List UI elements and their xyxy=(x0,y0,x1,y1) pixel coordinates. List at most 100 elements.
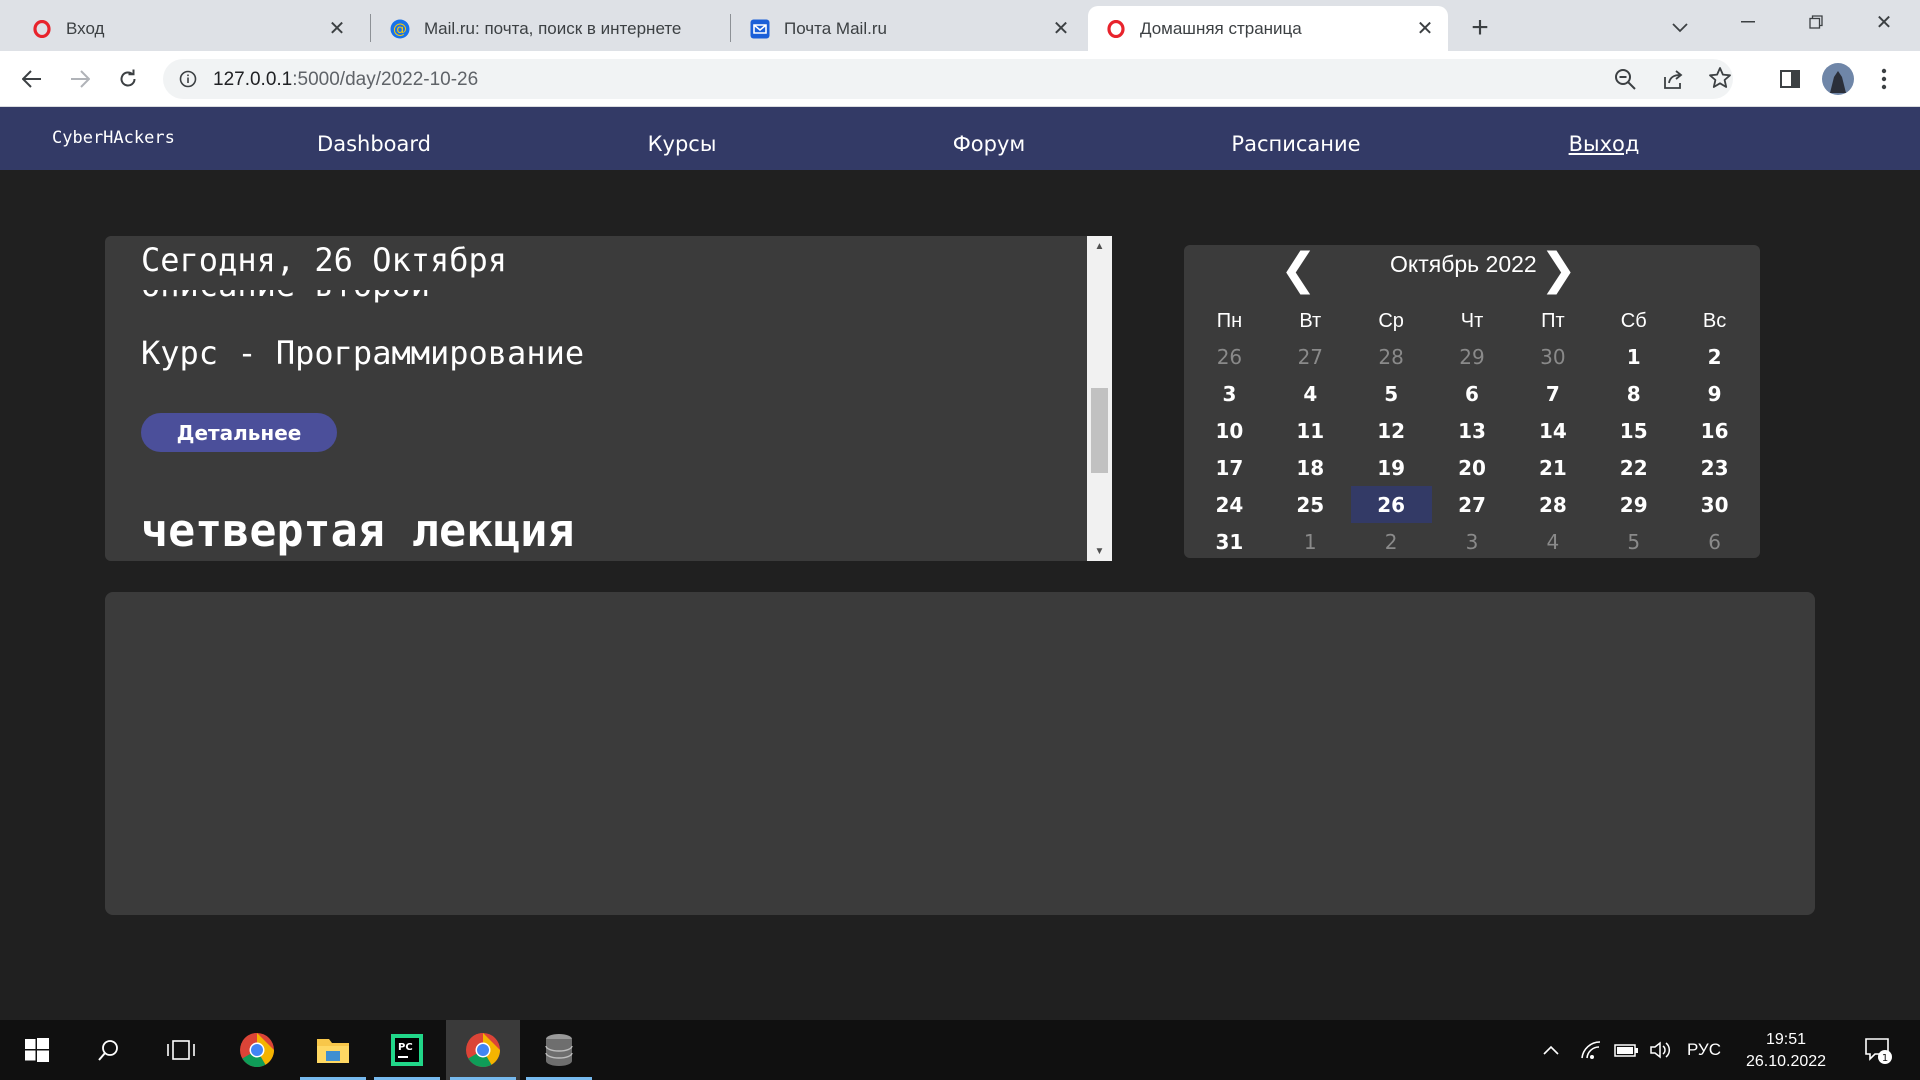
chrome-active-taskbar-icon[interactable] xyxy=(446,1020,520,1080)
calendar-day[interactable]: 29 xyxy=(1593,486,1674,523)
calendar-day[interactable]: 28 xyxy=(1512,486,1593,523)
calendar-day[interactable]: 22 xyxy=(1593,449,1674,486)
content-panel xyxy=(105,592,1815,915)
calendar-day[interactable]: 11 xyxy=(1270,412,1351,449)
calendar-day[interactable]: 4 xyxy=(1270,375,1351,412)
wifi-icon[interactable] xyxy=(1576,1020,1606,1080)
calendar-day[interactable]: 19 xyxy=(1351,449,1432,486)
vertical-scrollbar[interactable]: ▲ ▼ xyxy=(1087,236,1112,561)
lectures-scroll-content[interactable]: описание второй Сегодня, 26 Октября Курс… xyxy=(105,236,1087,561)
address-bar[interactable]: 127.0.0.1:5000/day/2022-10-26 xyxy=(163,59,1733,99)
scroll-down-arrow-icon[interactable]: ▼ xyxy=(1087,541,1112,561)
new-tab-plus-icon[interactable]: + xyxy=(1462,10,1498,46)
today-lectures-panel: описание второй Сегодня, 26 Октября Курс… xyxy=(105,236,1112,561)
tab-search-chevron-down-icon[interactable] xyxy=(1662,10,1698,46)
language-indicator[interactable]: РУС xyxy=(1684,1020,1724,1080)
close-window-icon[interactable]: ✕ xyxy=(1864,0,1904,44)
browser-tab-vhod[interactable]: Вход ✕ xyxy=(14,6,360,51)
side-panel-icon[interactable] xyxy=(1772,61,1808,97)
calendar-weekday: Вт xyxy=(1299,309,1322,332)
calendar-day-other-month[interactable]: 5 xyxy=(1593,523,1674,560)
browser-tab-mailru-search[interactable]: @ Mail.ru: почта, поиск в интернете xyxy=(372,6,730,51)
volume-icon[interactable] xyxy=(1646,1020,1676,1080)
calendar-day[interactable]: 17 xyxy=(1189,449,1270,486)
calendar-day-other-month[interactable]: 29 xyxy=(1432,338,1513,375)
calendar-day[interactable]: 21 xyxy=(1512,449,1593,486)
restore-window-icon[interactable] xyxy=(1796,0,1836,44)
calendar-day-other-month[interactable]: 2 xyxy=(1351,523,1432,560)
nav-logout[interactable]: Выход xyxy=(1569,132,1640,156)
minimize-icon[interactable] xyxy=(1728,0,1768,44)
nav-schedule[interactable]: Расписание xyxy=(1231,132,1360,156)
calendar-day[interactable]: 5 xyxy=(1351,375,1432,412)
tray-chevron-up-icon[interactable] xyxy=(1538,1020,1564,1080)
site-brand[interactable]: CyberHAckers xyxy=(52,128,175,148)
calendar-day-other-month[interactable]: 26 xyxy=(1189,338,1270,375)
forward-arrow-icon[interactable] xyxy=(62,61,98,97)
close-icon[interactable]: ✕ xyxy=(1050,18,1072,40)
battery-icon[interactable] xyxy=(1612,1020,1642,1080)
calendar-day[interactable]: 26 xyxy=(1350,486,1432,523)
scroll-up-arrow-icon[interactable]: ▲ xyxy=(1087,236,1112,256)
calendar-day[interactable]: 15 xyxy=(1593,412,1674,449)
calendar-day[interactable]: 27 xyxy=(1432,486,1513,523)
database-icon[interactable] xyxy=(522,1020,596,1080)
file-explorer-icon[interactable] xyxy=(296,1020,370,1080)
calendar-day[interactable]: 12 xyxy=(1351,412,1432,449)
close-icon[interactable]: ✕ xyxy=(326,18,348,40)
calendar-day[interactable]: 30 xyxy=(1674,486,1755,523)
calendar-day[interactable]: 1 xyxy=(1593,338,1674,375)
calendar-day[interactable]: 24 xyxy=(1189,486,1270,523)
chrome-taskbar-icon[interactable] xyxy=(220,1020,294,1080)
calendar-day[interactable]: 10 xyxy=(1189,412,1270,449)
zoom-icon[interactable] xyxy=(1613,67,1637,96)
calendar-day-other-month[interactable]: 30 xyxy=(1512,338,1593,375)
pycharm-icon[interactable]: PC xyxy=(370,1020,444,1080)
calendar-day-other-month[interactable]: 1 xyxy=(1270,523,1351,560)
bookmark-star-icon[interactable] xyxy=(1708,66,1732,95)
system-clock[interactable]: 19:51 26.10.2022 xyxy=(1736,1029,1836,1073)
menu-kebab-icon[interactable] xyxy=(1866,61,1902,97)
calendar-day[interactable]: 6 xyxy=(1432,375,1513,412)
calendar-day[interactable]: 8 xyxy=(1593,375,1674,412)
opera-icon xyxy=(1106,19,1126,39)
calendar-day-other-month[interactable]: 28 xyxy=(1351,338,1432,375)
scrollbar-thumb[interactable] xyxy=(1091,388,1108,473)
nav-forum[interactable]: Форум xyxy=(953,132,1026,156)
calendar-day[interactable]: 9 xyxy=(1674,375,1755,412)
action-center-icon[interactable]: 1 xyxy=(1856,1020,1900,1080)
calendar-day[interactable]: 31 xyxy=(1189,523,1270,560)
browser-tab-home[interactable]: Домашняя страница ✕ xyxy=(1088,6,1448,51)
calendar-day[interactable]: 18 xyxy=(1270,449,1351,486)
calendar-day-other-month[interactable]: 27 xyxy=(1270,338,1351,375)
calendar-day[interactable]: 2 xyxy=(1674,338,1755,375)
share-icon[interactable] xyxy=(1661,67,1685,96)
calendar-day[interactable]: 3 xyxy=(1189,375,1270,412)
details-button[interactable]: Детальнее xyxy=(141,413,337,452)
windows-start-icon[interactable] xyxy=(0,1020,74,1080)
calendar-day-other-month[interactable]: 3 xyxy=(1432,523,1513,560)
calendar-day[interactable]: 25 xyxy=(1270,486,1351,523)
calendar-day-other-month[interactable]: 6 xyxy=(1674,523,1755,560)
browser-tab-pochta-mailru[interactable]: Почта Mail.ru ✕ xyxy=(732,6,1084,51)
calendar-day[interactable]: 14 xyxy=(1512,412,1593,449)
task-view-icon[interactable] xyxy=(144,1020,218,1080)
calendar-day[interactable]: 23 xyxy=(1674,449,1755,486)
calendar-day[interactable]: 20 xyxy=(1432,449,1513,486)
tab-title: Вход xyxy=(66,18,105,38)
close-icon[interactable]: ✕ xyxy=(1414,18,1436,40)
calendar-day[interactable]: 13 xyxy=(1432,412,1513,449)
back-arrow-icon[interactable] xyxy=(14,61,50,97)
nav-dashboard[interactable]: Dashboard xyxy=(317,132,431,156)
search-icon[interactable] xyxy=(72,1020,146,1080)
calendar-day[interactable]: 16 xyxy=(1674,412,1755,449)
calendar-day-other-month[interactable]: 4 xyxy=(1512,523,1593,560)
site-info-icon[interactable] xyxy=(177,68,199,90)
calendar-weekday: Пн xyxy=(1216,309,1243,332)
nav-courses[interactable]: Курсы xyxy=(648,132,717,156)
reload-icon[interactable] xyxy=(110,61,146,97)
profile-avatar[interactable] xyxy=(1820,61,1856,97)
calendar-day[interactable]: 7 xyxy=(1512,375,1593,412)
calendar-prev-month-icon[interactable]: ❮ xyxy=(1280,248,1317,292)
calendar-next-month-icon[interactable]: ❯ xyxy=(1540,248,1577,292)
